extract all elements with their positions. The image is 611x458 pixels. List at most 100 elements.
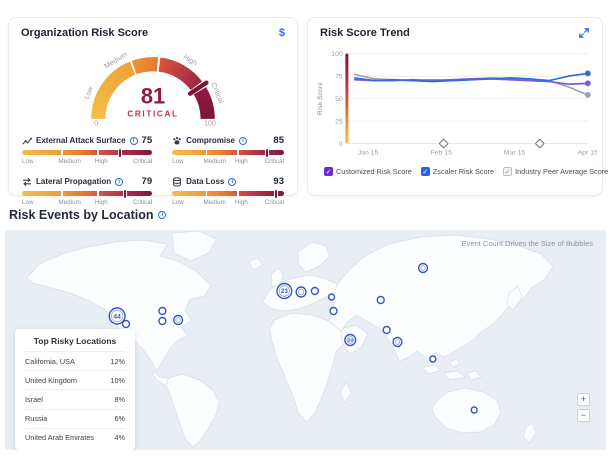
location-name: Russia	[25, 414, 47, 423]
continent-shape	[166, 374, 219, 447]
factor-name: External Attack Surface	[36, 136, 126, 145]
map-bubble[interactable]: 23	[277, 284, 292, 299]
legend-label: Industry Peer Average Score	[515, 167, 608, 176]
map-bubble[interactable]	[430, 356, 436, 362]
top-risky-title: Top Risky Locations	[24, 336, 126, 352]
factor-data-loss: Data Loss93LowMediumHighCritical	[172, 176, 284, 208]
legend-customized-risk-score: Customized Risk Score	[324, 167, 412, 176]
series-end-dot[interactable]	[585, 80, 591, 86]
x-tick-label: Feb 15	[431, 149, 452, 156]
y-tick-label: 100	[331, 51, 343, 58]
trend-y-axis-label: Risk Score	[317, 82, 324, 115]
continent-shape	[432, 388, 501, 433]
map-note: Event Count Drives the Size of Bubbles	[462, 239, 593, 248]
series-line	[355, 73, 588, 81]
lateral-propagation-icon	[22, 177, 32, 187]
location-percent: 8%	[114, 395, 125, 404]
map-bubble[interactable]: 29	[345, 335, 356, 346]
legend-label: Customized Risk Score	[336, 167, 412, 176]
map-zoom-in-button[interactable]: +	[577, 393, 590, 406]
bubble-count: 23	[281, 288, 288, 295]
risk-gauge: Low Medium High Critical 0 100 81 CRITIC…	[9, 40, 297, 130]
legend-label: Zscaler Risk Score	[433, 167, 494, 176]
top-risky-locations-card: Top Risky Locations California, USA 12% Un…	[15, 329, 135, 450]
factor-lateral-propagation: Lateral Propagation79LowMediumHighCritic…	[22, 176, 152, 208]
top-risky-row: United Kingdom10%	[24, 371, 126, 390]
factor-value: 93	[273, 176, 284, 187]
gauge-status: CRITICAL	[127, 110, 178, 119]
map-bubble[interactable]	[159, 318, 166, 325]
key-event-marker[interactable]	[535, 139, 544, 148]
external-attack-surface-icon	[22, 136, 32, 146]
y-tick-label: 50	[335, 96, 343, 103]
org-card-title: Organization Risk Score	[21, 27, 148, 39]
continent-shape	[270, 313, 345, 422]
location-name: United Kingdom	[25, 376, 77, 385]
gauge-max: 100	[204, 119, 216, 127]
factor-score-marker	[123, 189, 127, 199]
factor-score-marker	[118, 148, 122, 158]
y-tick-label: 25	[335, 118, 343, 125]
compromise-icon	[172, 136, 182, 146]
dollar-icon[interactable]: $	[279, 27, 285, 39]
gauge-min: 0	[94, 119, 98, 127]
gauge-band-critical	[200, 91, 208, 119]
map-bubble[interactable]	[123, 321, 130, 328]
key-event-marker[interactable]	[439, 139, 448, 148]
location-percent: 6%	[114, 414, 125, 423]
map-bubble[interactable]	[377, 297, 384, 304]
section-title: Risk Events by Location	[9, 208, 153, 222]
factor-external-attack-surface: External Attack Surface75LowMediumHighCr…	[22, 135, 152, 167]
industry-peer-average-checkbox[interactable]	[503, 167, 512, 176]
customized-risk-score-checkbox[interactable]	[324, 167, 333, 176]
map-bubble[interactable]	[383, 327, 390, 334]
map-bubble[interactable]	[471, 407, 477, 413]
info-icon[interactable]	[228, 178, 236, 186]
map-bubble[interactable]	[159, 308, 166, 315]
factor-score-marker	[274, 189, 278, 199]
factor-name: Compromise	[186, 136, 235, 145]
location-percent: 12%	[110, 357, 125, 366]
map-bubble[interactable]	[419, 264, 428, 273]
bubble-count: 29	[348, 338, 354, 344]
map-bubble[interactable]	[329, 294, 335, 300]
info-icon[interactable]	[115, 178, 123, 186]
location-name: California, USA	[25, 357, 75, 366]
factor-value: 75	[142, 135, 153, 146]
factor-name: Data Loss	[186, 177, 224, 186]
continent-shape	[298, 242, 329, 272]
map-zoom-controls: + −	[577, 393, 590, 422]
risk-factors: External Attack Surface75LowMediumHighCr…	[9, 130, 297, 208]
map-bubble[interactable]	[393, 338, 402, 347]
trend-card-title: Risk Score Trend	[320, 27, 410, 39]
continent-shape	[422, 359, 481, 380]
top-row: Organization Risk Score $ Low Medium Hig…	[0, 0, 611, 196]
map-bubble[interactable]	[174, 316, 183, 325]
factor-score-bar	[22, 150, 152, 155]
y-tick-label: 75	[335, 74, 343, 81]
map-bubble[interactable]	[311, 288, 318, 295]
map-zoom-out-button[interactable]: −	[577, 409, 590, 422]
info-icon[interactable]	[130, 137, 138, 145]
gauge-band-medium	[134, 64, 157, 67]
zscaler-risk-score-checkbox[interactable]	[421, 167, 430, 176]
info-icon[interactable]	[239, 137, 247, 145]
bubble-count: 44	[113, 313, 121, 320]
location-name: United Arab Emirates	[25, 433, 94, 442]
top-risky-row: Russia 6%	[24, 410, 126, 429]
risk-score-trend-card: Risk Score Trend 0255075100Jan 15Feb 15M…	[307, 17, 603, 196]
top-risky-row: Israel 8%	[24, 390, 126, 409]
expand-icon[interactable]	[578, 27, 590, 39]
map-bubble[interactable]	[330, 308, 337, 315]
series-end-dot[interactable]	[585, 92, 591, 98]
info-icon[interactable]	[158, 211, 166, 219]
location-name: Israel	[25, 395, 43, 404]
legend-industry-peer-average: Industry Peer Average Score	[503, 167, 608, 176]
continent-shape	[340, 382, 351, 403]
factor-score-bar	[172, 150, 284, 155]
factor-score-bar	[172, 191, 284, 196]
factor-score-marker	[265, 148, 269, 158]
factor-value: 79	[142, 176, 153, 187]
series-end-dot[interactable]	[585, 70, 591, 76]
map-bubble[interactable]	[296, 287, 306, 297]
